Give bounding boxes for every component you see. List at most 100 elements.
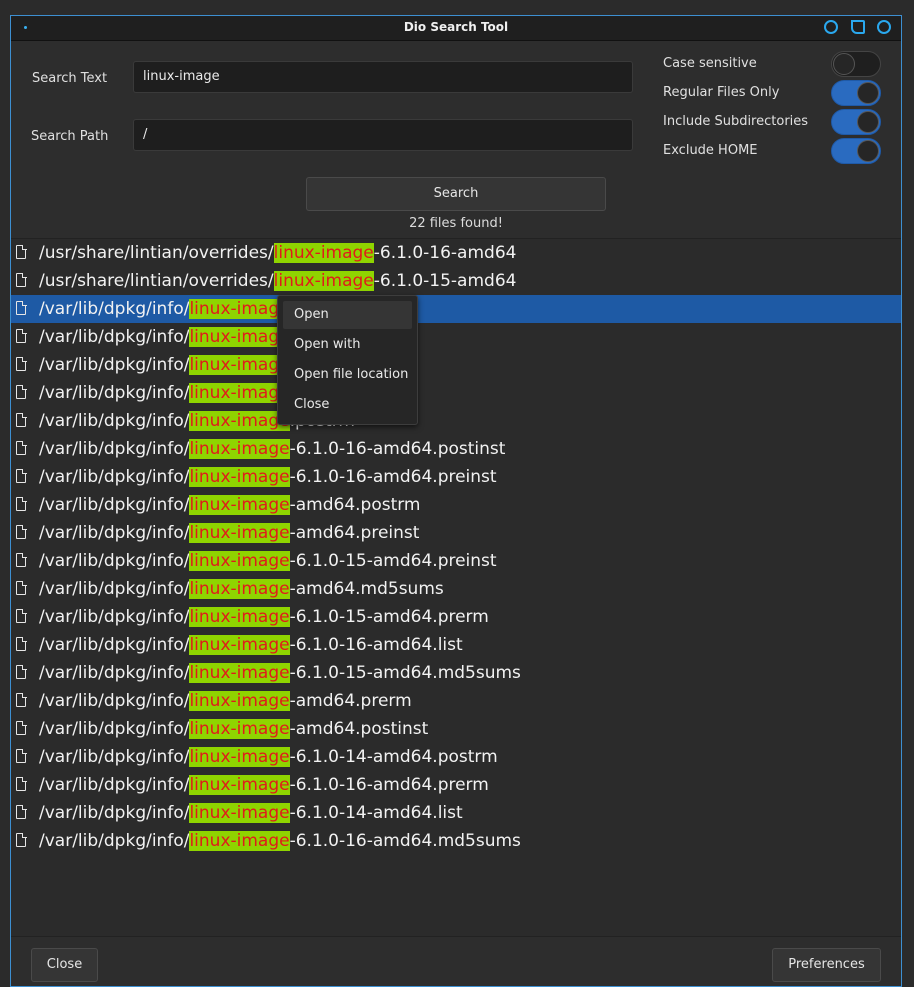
- match-highlight: linux-image: [189, 747, 290, 767]
- result-row[interactable]: /var/lib/dpkg/info/linux-image-6.1.0-15-…: [11, 659, 901, 687]
- file-icon: [16, 244, 27, 259]
- menu-item-open-with[interactable]: Open with: [283, 331, 412, 359]
- match-highlight: linux-image: [189, 719, 290, 739]
- match-highlight: linux-image: [189, 383, 290, 403]
- menu-item-close[interactable]: Close: [283, 391, 412, 419]
- match-highlight: linux-image: [189, 775, 290, 795]
- result-row[interactable]: /var/lib/dpkg/info/linux-image-amd64.pos…: [11, 491, 901, 519]
- path-prefix: /var/lib/dpkg/info/: [39, 831, 190, 851]
- option-toggle[interactable]: [831, 109, 881, 135]
- match-highlight: linux-image: [273, 243, 374, 263]
- result-row[interactable]: /var/lib/dpkg/info/linux-image-6.1.0-15-…: [11, 603, 901, 631]
- result-path: /var/lib/dpkg/info/linux-image-6.1.0-14-…: [39, 799, 463, 827]
- result-row[interactable]: /var/lib/dpkg/info/linux-image-amd64.pre…: [11, 687, 901, 715]
- app-window: Dio Search Tool Search Text linux-image …: [10, 15, 902, 987]
- file-icon: [16, 496, 27, 511]
- file-icon: [16, 776, 27, 791]
- file-icon: [16, 272, 27, 287]
- result-row[interactable]: /var/lib/dpkg/info/linux-image.postrm: [11, 407, 901, 435]
- results-list[interactable]: /usr/share/lintian/overrides/linux-image…: [11, 238, 901, 937]
- path-prefix: /usr/share/lintian/overrides/: [39, 243, 274, 263]
- result-row[interactable]: /var/lib/dpkg/info/linux-image-6.1.0-16-…: [11, 435, 901, 463]
- result-path: /var/lib/dpkg/info/linux-image: [39, 295, 290, 323]
- file-icon: [16, 412, 27, 427]
- result-row[interactable]: /var/lib/dpkg/info/linux-image-amd64.md5…: [11, 575, 901, 603]
- path-prefix: /var/lib/dpkg/info/: [39, 327, 190, 347]
- maximize-icon[interactable]: [851, 20, 865, 34]
- option-toggle[interactable]: [831, 80, 881, 106]
- result-row[interactable]: /usr/share/lintian/overrides/linux-image…: [11, 267, 901, 295]
- result-path: /usr/share/lintian/overrides/linux-image…: [39, 239, 516, 267]
- option-toggle[interactable]: [831, 51, 881, 77]
- file-icon: [16, 748, 27, 763]
- match-highlight: linux-image: [189, 831, 290, 851]
- file-icon: [16, 692, 27, 707]
- path-prefix: /var/lib/dpkg/info/: [39, 663, 190, 683]
- toggle-knob: [857, 111, 879, 133]
- path-prefix: /var/lib/dpkg/info/: [39, 411, 190, 431]
- result-path: /var/lib/dpkg/info/linux-image-6.1.0-15-…: [39, 603, 489, 631]
- path-prefix: /var/lib/dpkg/info/: [39, 719, 190, 739]
- path-suffix: -6.1.0-15-amd64.prerm: [289, 607, 489, 627]
- file-icon: [16, 356, 27, 371]
- path-suffix: -6.1.0-15-amd64.preinst: [289, 551, 497, 571]
- context-menu: Open Open with Open file location Close: [277, 295, 418, 425]
- result-path: /var/lib/dpkg/info/linux-image-6.1.0-16-…: [39, 631, 463, 659]
- title-bar[interactable]: Dio Search Tool: [11, 16, 901, 41]
- result-row[interactable]: /var/lib/dpkg/info/linux-image-amd64.pre…: [11, 519, 901, 547]
- match-highlight: linux-image: [189, 803, 290, 823]
- minimize-icon[interactable]: [824, 20, 838, 34]
- close-window-icon[interactable]: [877, 20, 891, 34]
- result-row[interactable]: /var/lib/dpkg/info/linux-image.postrm: [11, 379, 901, 407]
- result-path: /var/lib/dpkg/info/linux-image-6.1.0-16-…: [39, 435, 505, 463]
- result-row[interactable]: /var/lib/dpkg/info/linux-image.postinst: [11, 323, 901, 351]
- menu-item-open[interactable]: Open: [283, 301, 412, 329]
- option-label: Exclude HOME: [663, 143, 758, 158]
- search-text-label: Search Text: [32, 71, 108, 86]
- path-prefix: /var/lib/dpkg/info/: [39, 607, 190, 627]
- result-row[interactable]: /var/lib/dpkg/info/linux-image-6.1.0-14-…: [11, 743, 901, 771]
- file-icon: [16, 300, 27, 315]
- result-row[interactable]: /var/lib/dpkg/info/linux-image-6.1.0-16-…: [11, 463, 901, 491]
- path-prefix: /var/lib/dpkg/info/: [39, 803, 190, 823]
- path-prefix: /usr/share/lintian/overrides/: [39, 271, 274, 291]
- close-button[interactable]: Close: [31, 948, 98, 982]
- file-icon: [16, 328, 27, 343]
- path-suffix: -6.1.0-16-amd64.md5sums: [289, 831, 521, 851]
- file-icon: [16, 384, 27, 399]
- result-path: /var/lib/dpkg/info/linux-image-6.1.0-15-…: [39, 547, 497, 575]
- result-row[interactable]: /var/lib/dpkg/info/linux-image-6.1.0-15-…: [11, 547, 901, 575]
- result-row[interactable]: /var/lib/dpkg/info/linux-image-6.1.0-16-…: [11, 771, 901, 799]
- result-row[interactable]: /usr/share/lintian/overrides/linux-image…: [11, 239, 901, 267]
- toggle-knob: [857, 140, 879, 162]
- match-highlight: linux-image: [189, 495, 290, 515]
- result-path: /var/lib/dpkg/info/linux-image-amd64.pos…: [39, 491, 421, 519]
- path-suffix: -6.1.0-14-amd64.list: [289, 803, 463, 823]
- option-label: Include Subdirectories: [663, 114, 809, 129]
- path-prefix: /var/lib/dpkg/info/: [39, 495, 190, 515]
- search-button[interactable]: Search: [306, 177, 606, 211]
- path-prefix: /var/lib/dpkg/info/: [39, 355, 190, 375]
- match-highlight: linux-image: [189, 551, 290, 571]
- path-suffix: -6.1.0-16-amd64: [373, 243, 517, 263]
- result-row[interactable]: /var/lib/dpkg/info/linux-image-6.1.0-14-…: [11, 799, 901, 827]
- match-highlight: linux-image: [189, 691, 290, 711]
- option-toggle[interactable]: [831, 138, 881, 164]
- match-highlight: linux-image: [189, 607, 290, 627]
- results-status: 22 files found!: [409, 216, 503, 231]
- result-row[interactable]: /var/lib/dpkg/info/linux-image-6.1.0-16-…: [11, 631, 901, 659]
- toggle-knob: [857, 82, 879, 104]
- result-path: /var/lib/dpkg/info/linux-image-6.1.0-16-…: [39, 463, 497, 491]
- file-icon: [16, 440, 27, 455]
- path-prefix: /var/lib/dpkg/info/: [39, 635, 190, 655]
- result-row[interactable]: /var/lib/dpkg/info/linux-image: [11, 295, 901, 323]
- path-suffix: -6.1.0-15-amd64.md5sums: [289, 663, 521, 683]
- result-row[interactable]: /var/lib/dpkg/info/linux-image-6.1.0-16-…: [11, 827, 901, 855]
- search-path-input[interactable]: /: [133, 119, 633, 151]
- preferences-button[interactable]: Preferences: [772, 948, 881, 982]
- search-text-input[interactable]: linux-image: [133, 61, 633, 93]
- menu-item-open-file-location[interactable]: Open file location: [283, 361, 412, 389]
- footer-bar: Close Preferences: [11, 936, 901, 986]
- result-row[interactable]: /var/lib/dpkg/info/linux-image-amd64.pos…: [11, 715, 901, 743]
- result-row[interactable]: /var/lib/dpkg/info/linux-image.list: [11, 351, 901, 379]
